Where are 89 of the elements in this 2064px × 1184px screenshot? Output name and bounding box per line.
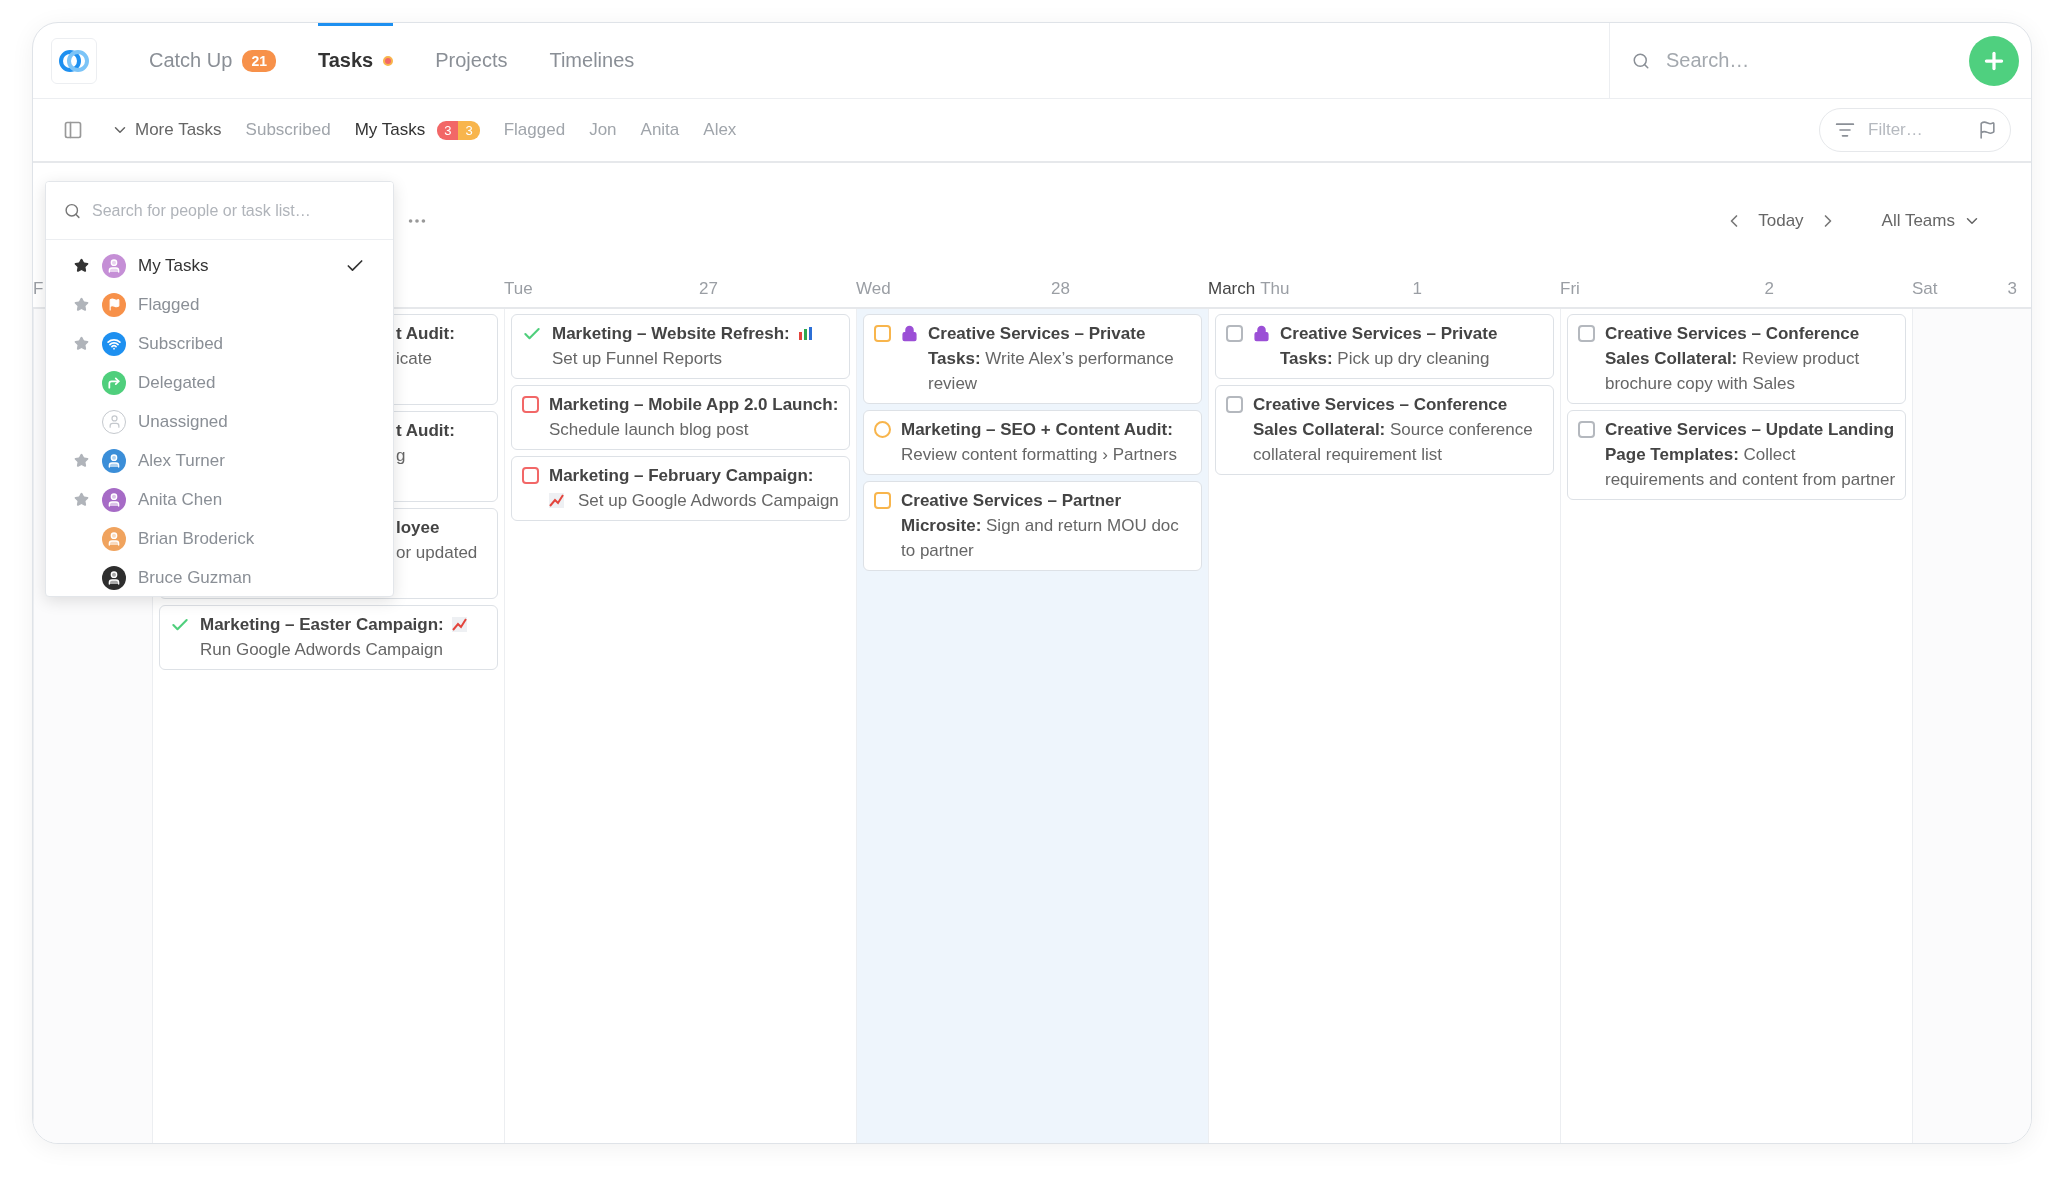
task-description: Set up Funnel Reports: [552, 348, 724, 370]
task-title: Marketing – February Campaign:: [549, 465, 814, 487]
teams-dropdown[interactable]: All Teams: [1881, 211, 1981, 231]
count-badge: 21: [242, 49, 276, 72]
task-card[interactable]: Marketing – Mobile App 2.0 Launch: Schedule launch blog post: [511, 385, 850, 450]
star-icon[interactable]: [74, 258, 89, 273]
task-title: loyee: [396, 517, 440, 539]
task-filter-tab[interactable]: My Tasks 3 3: [354, 120, 480, 140]
task-card[interactable]: Marketing – SEO + Content Audit: Review content formatting › Partners: [863, 410, 1202, 475]
task-checkbox[interactable]: [522, 396, 539, 413]
menu-item[interactable]: Bruce Guzman: [46, 558, 393, 596]
search-icon: [1632, 51, 1650, 70]
menu-item[interactable]: Flagged: [46, 285, 393, 324]
task-text: Creative Services – Private Tasks: Pick up dry cleaning: [1280, 323, 1499, 370]
task-text: Creative Services – Private Tasks: Write Alex’s performance review: [928, 323, 1175, 395]
task-text: Creative Services – Conference Sales Collateral: Review product brochure copy with Sales: [1605, 323, 1861, 395]
date-number: 2: [1764, 279, 1774, 299]
task-checkbox[interactable]: [1226, 325, 1243, 342]
task-checkbox[interactable]: [522, 467, 539, 484]
day-label: Thu: [1260, 279, 1290, 299]
task-description: Set up Google Adwords Campaign: [578, 490, 839, 512]
day-label: Sat: [1912, 279, 1938, 299]
menu-item[interactable]: Subscribed: [46, 324, 393, 363]
task-title: t Audit:: [396, 420, 455, 442]
task-title: Marketing – Website Refresh:: [552, 323, 790, 345]
task-card[interactable]: Marketing – Easter Campaign: Run Google Adwords Campaign: [159, 605, 498, 670]
today-button[interactable]: Today: [1758, 211, 1804, 231]
nav-tab[interactable]: Timelines: [549, 23, 635, 98]
day-label: Wed: [856, 279, 891, 299]
menu-item[interactable]: Delegated: [46, 363, 393, 402]
task-card[interactable]: Marketing – February Campaign: Set up Google Adwords Campaign: [511, 456, 850, 521]
task-checkbox[interactable]: [1578, 325, 1595, 342]
menu-item[interactable]: My Tasks: [46, 246, 393, 285]
day-label: F: [33, 279, 44, 299]
task-card[interactable]: Marketing – Website Refresh: Set up Funnel Reports: [511, 314, 850, 379]
nav-tab[interactable]: Catch Up 21: [149, 23, 276, 98]
task-card[interactable]: Creative Services – Update Landing Page Templates: Collect requirements and content from partner: [1567, 410, 1906, 500]
date-number: 3: [2007, 279, 2017, 299]
star-icon[interactable]: [74, 336, 89, 351]
status-dot: [383, 55, 394, 66]
task-checkbox[interactable]: [874, 325, 891, 342]
menu-item[interactable]: Brian Broderick: [46, 519, 393, 558]
task-checkbox[interactable]: [1578, 421, 1595, 438]
menu-item[interactable]: Anita Chen: [46, 480, 393, 519]
task-card[interactable]: Creative Services – Partner Microsite: Sign and return MOU doc to partner: [863, 481, 1202, 571]
task-text: Creative Services – Update Landing Page Templates: Collect requirements and content from partner: [1605, 419, 1897, 491]
task-text: Marketing – Mobile App 2.0 Launch: Schedule launch blog post: [549, 394, 840, 441]
task-title: Marketing – Easter Campaign:: [200, 614, 444, 636]
task-card[interactable]: Creative Services – Conference Sales Collateral: Review product brochure copy with Sales: [1567, 314, 1906, 404]
task-card[interactable]: Creative Services – Conference Sales Collateral: Source conference collateral requirement list: [1215, 385, 1554, 475]
task-card[interactable]: Creative Services – Private Tasks: Pick up dry cleaning: [1215, 314, 1554, 379]
month-label: March: [1208, 279, 1256, 299]
date-number: 27: [699, 279, 718, 299]
trend-chart-icon: [451, 617, 467, 632]
menu-item[interactable]: Unassigned: [46, 402, 393, 441]
task-title: t Audit:: [396, 323, 455, 345]
task-description: icate: [396, 348, 432, 370]
day-label: Fri: [1560, 279, 1580, 299]
filter-field[interactable]: Filter…: [1819, 108, 2011, 152]
nav-tab[interactable]: Tasks: [317, 23, 394, 98]
star-icon[interactable]: [74, 297, 89, 312]
task-filter-tab[interactable]: More Tasks: [111, 120, 222, 140]
task-description: or updated: [396, 542, 478, 564]
date-number: 1: [1412, 279, 1422, 299]
task-text: Creative Services – Conference Sales Collateral: Source conference collateral requirement list: [1253, 394, 1534, 466]
sidebar-toggle-icon[interactable]: [63, 120, 83, 140]
task-text: Marketing – SEO + Content Audit: Review content formatting › Partners: [901, 419, 1178, 466]
task-description: g: [396, 445, 406, 467]
filter-icon: [1835, 120, 1855, 140]
star-icon[interactable]: [74, 453, 89, 468]
menu-item[interactable]: Alex Turner: [46, 441, 393, 480]
task-checkbox[interactable]: [874, 492, 891, 509]
star-icon[interactable]: [74, 492, 89, 507]
day-label: Tue: [504, 279, 533, 299]
add-button[interactable]: [1969, 35, 2019, 86]
task-checkbox[interactable]: [1226, 396, 1243, 413]
date-number: 28: [1051, 279, 1070, 299]
count-badge: 3: [458, 120, 480, 140]
people-search-field[interactable]: Search for people or task list…: [46, 182, 393, 239]
task-description: Run Google Adwords Campaign: [200, 639, 444, 661]
task-text: Creative Services – Partner Microsite: Sign and return MOU doc to partner: [901, 490, 1180, 562]
flag-icon[interactable]: [1978, 120, 1997, 140]
count-badge: 3: [437, 120, 459, 140]
nav-tab[interactable]: Projects: [435, 23, 508, 98]
trend-chart-icon: [549, 493, 564, 508]
bar-chart-icon: [797, 326, 813, 341]
task-circle[interactable]: [874, 421, 891, 438]
task-card[interactable]: Creative Services – Private Tasks: Write Alex’s performance review: [863, 314, 1202, 404]
search-icon: [64, 202, 81, 219]
